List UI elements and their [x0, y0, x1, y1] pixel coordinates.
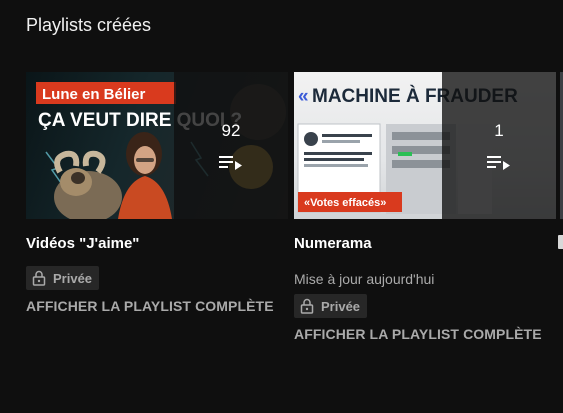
playlist-title[interactable]: Vidéos "J'aime": [26, 235, 288, 252]
thumbnail-text-1: «: [298, 86, 309, 107]
playlist-card: « MACHINE À FRAUDER «Votes effacés» 1 Nu…: [294, 72, 556, 342]
video-count: 92: [221, 120, 241, 140]
playlist-count-overlay: 92: [174, 72, 288, 219]
playlist-play-icon: [487, 155, 510, 170]
updated-text: Mise à jour aujourd'hui: [294, 271, 435, 287]
playlist-thumbnail[interactable]: Lune en Bélier ÇA VEUT DIRE QUOI ? 92: [26, 72, 288, 219]
view-full-playlist-link[interactable]: AFFICHER LA PLAYLIST COMPLÈTE: [26, 298, 288, 314]
playlist-play-icon: [219, 155, 242, 170]
next-playlist-title-peek: [558, 235, 563, 249]
section-title: Playlists créées: [26, 15, 152, 35]
playlists-section: Playlists créées Lune en Bélier ÇA VEUT …: [0, 0, 563, 413]
playlist-title[interactable]: Numerama: [294, 235, 556, 252]
thumbnail-text-1: Lune en Bélier: [42, 86, 146, 103]
playlist-card: Lune en Bélier ÇA VEUT DIRE QUOI ? 92 Vi…: [26, 72, 288, 314]
video-count: 1: [494, 120, 504, 140]
thumbnail-text-2: «Votes effacés»: [304, 197, 386, 209]
privacy-badge: Privée: [26, 266, 100, 290]
playlist-thumbnail[interactable]: « MACHINE À FRAUDER «Votes effacés» 1: [294, 72, 556, 219]
privacy-label: Privée: [321, 298, 361, 314]
lock-icon: [32, 270, 46, 286]
playlist-count-overlay: 1: [442, 72, 556, 219]
privacy-label: Privée: [53, 270, 93, 286]
lock-icon: [300, 298, 314, 314]
view-full-playlist-link[interactable]: AFFICHER LA PLAYLIST COMPLÈTE: [294, 326, 556, 342]
privacy-badge: Privée: [294, 294, 368, 318]
